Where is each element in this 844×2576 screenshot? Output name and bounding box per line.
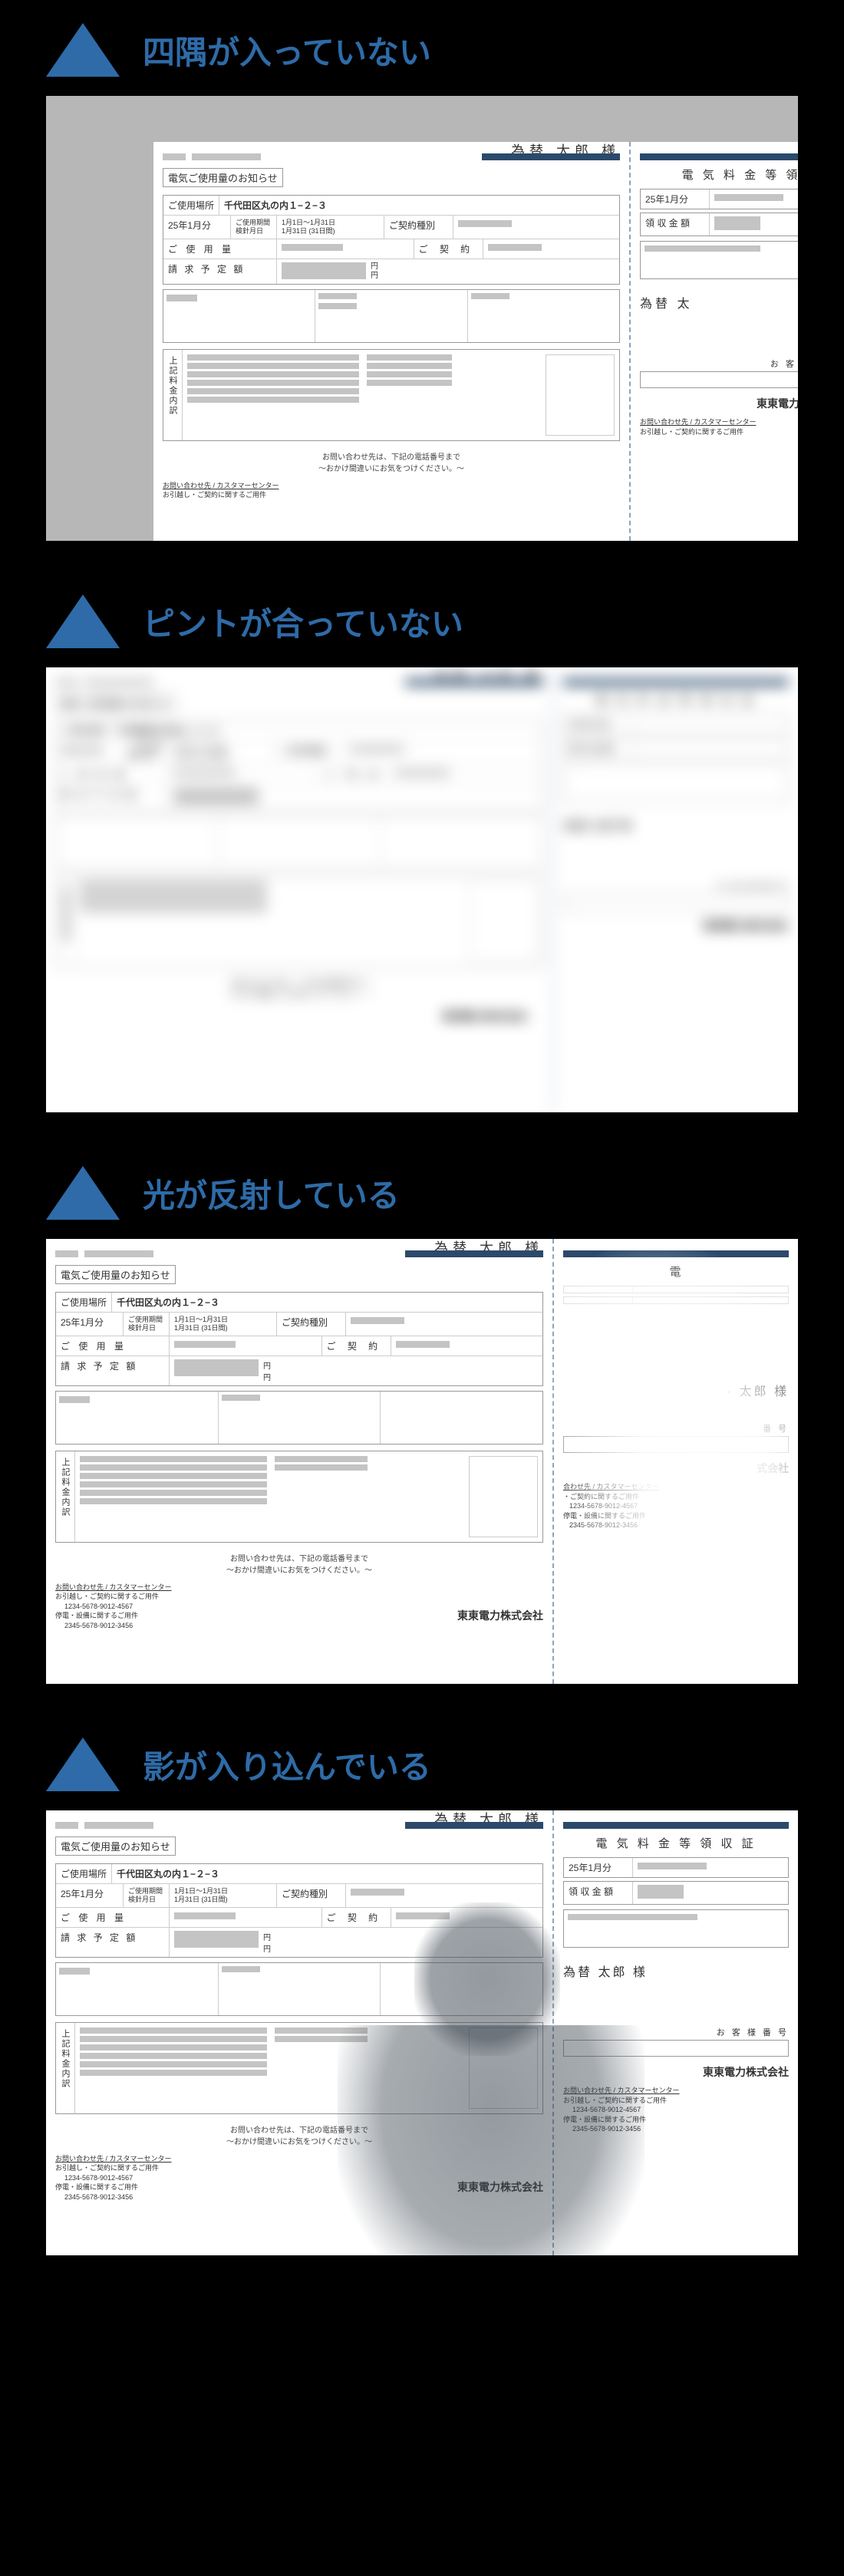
example-image-frame: 電気ご使用量のお知らせ 為替 太郎 様 ご使用場所千代田区丸の内１−２−３ 25… bbox=[46, 1810, 798, 2255]
period-label: ご使用期間 検針月日 bbox=[231, 216, 277, 239]
location-value: 千代田区丸の内１−２−３ bbox=[219, 196, 619, 215]
bill-document-blurred: 電気ご使用量のお知らせ 為替 太郎 様 ご使用場所千代田区丸の内１−２−３ 25… bbox=[46, 667, 798, 1112]
bill-document: 電気ご使用量のお知らせ 為替 太郎 様 ご使用場所千代田区丸の内１−２−３ 25… bbox=[46, 1810, 798, 2255]
warning-triangle-icon bbox=[46, 23, 120, 77]
section-header: 四隅が入っていない bbox=[46, 23, 798, 77]
receipt-month: 25年1月分 bbox=[641, 189, 710, 209]
section-title: ピントが合っていない bbox=[143, 598, 463, 645]
section-shadow: 影が入り込んでいる 電気ご使用量のお知らせ 為替 太郎 様 ご使用場所千代田区丸… bbox=[0, 1715, 844, 2286]
customer-no-box bbox=[640, 371, 798, 388]
yen-label: 円 bbox=[371, 272, 378, 280]
section-glare: 光が反射している 電気ご使用量のお知らせ 為替 太郎 様 ご使用場所千代田区丸の… bbox=[0, 1143, 844, 1715]
receipt-title: 電 気 料 金 等 領 bbox=[640, 166, 798, 183]
example-image-frame: 電気ご使用量のお知らせ 為替 太郎 様 ご使用場所千代田区丸の内１−２−３ 25… bbox=[46, 1239, 798, 1684]
billing-label: 請 求 予 定 額 bbox=[163, 259, 277, 284]
footer-note: お問い合わせ先は、下記の電話番号まで〜おかけ間違いにお気をつけください。〜 bbox=[163, 452, 620, 475]
section-corners-missing: 四隅が入っていない 電気ご使用量のお知らせ 為替 太郎 様 ご使用場所千代田区丸… bbox=[0, 0, 844, 572]
section-title: 影が入り込んでいる bbox=[143, 1741, 431, 1788]
period-value: 1月1日〜1月31日 1月31日 (31日間) bbox=[277, 216, 384, 239]
warning-triangle-icon bbox=[46, 595, 120, 648]
notice-title: 電気ご使用量のお知らせ bbox=[163, 168, 283, 187]
meter-grid bbox=[163, 289, 620, 343]
contract-type-label: ご契約種別 bbox=[384, 216, 453, 239]
example-image-frame: 電気ご使用量のお知らせ 為替 太郎 様 ご使用場所千代田区丸の内１−２−３ 25… bbox=[46, 96, 798, 541]
breakdown-box: 上記料金内訳 bbox=[163, 349, 620, 441]
footer-contact: お問い合わせ先 / カスタマーセンター お引越し・ご契約に関するご用件 bbox=[163, 481, 620, 500]
receipt-name: 為替 太 bbox=[640, 293, 798, 311]
warning-triangle-icon bbox=[46, 1738, 120, 1791]
bill-details-box: ご使用場所千代田区丸の内１−２−３ 25年1月分 ご使用期間 検針月日 1月1日… bbox=[163, 195, 620, 285]
breakdown-label: 上記料金内訳 bbox=[163, 350, 183, 440]
example-background: 電気ご使用量のお知らせ 為替 太郎 様 ご使用場所千代田区丸の内１−２−３ 25… bbox=[46, 96, 798, 541]
section-out-of-focus: ピントが合っていない 電気ご使用量のお知らせ 為替 太郎 様 ご使用場所千代田区… bbox=[0, 572, 844, 1143]
warning-triangle-icon bbox=[46, 1166, 120, 1220]
usage-label: ご 使 用 量 bbox=[163, 239, 277, 259]
location-label: ご使用場所 bbox=[163, 196, 219, 215]
bill-document: 電気ご使用量のお知らせ 為替 太郎 様 ご使用場所千代田区丸の内１−２−３ 25… bbox=[153, 142, 798, 541]
contract-label: ご 契 約 bbox=[414, 239, 483, 259]
yen-label: 円 bbox=[371, 262, 378, 271]
month-value: 25年1月分 bbox=[163, 216, 231, 239]
section-title: 光が反射している bbox=[143, 1170, 400, 1217]
example-image-frame: 電気ご使用量のお知らせ 為替 太郎 様 ご使用場所千代田区丸の内１−２−３ 25… bbox=[46, 667, 798, 1112]
customer-no-label: お 客 様 番 号 bbox=[640, 357, 798, 370]
bill-left-panel: 電気ご使用量のお知らせ 為替 太郎 様 ご使用場所千代田区丸の内１−２−３ 25… bbox=[153, 142, 629, 541]
bill-document: 電気ご使用量のお知らせ 為替 太郎 様 ご使用場所千代田区丸の内１−２−３ 25… bbox=[46, 1239, 798, 1684]
company-right: 東東電力株式会社 bbox=[640, 396, 798, 411]
receipt-amount-label: 領 収 金 額 bbox=[641, 213, 710, 236]
section-title: 四隅が入っていない bbox=[143, 27, 431, 74]
bill-right-panel: 電 気 料 金 等 領 25年1月分 領 収 金 額 為替 太 お 客 様 番 … bbox=[629, 142, 798, 541]
